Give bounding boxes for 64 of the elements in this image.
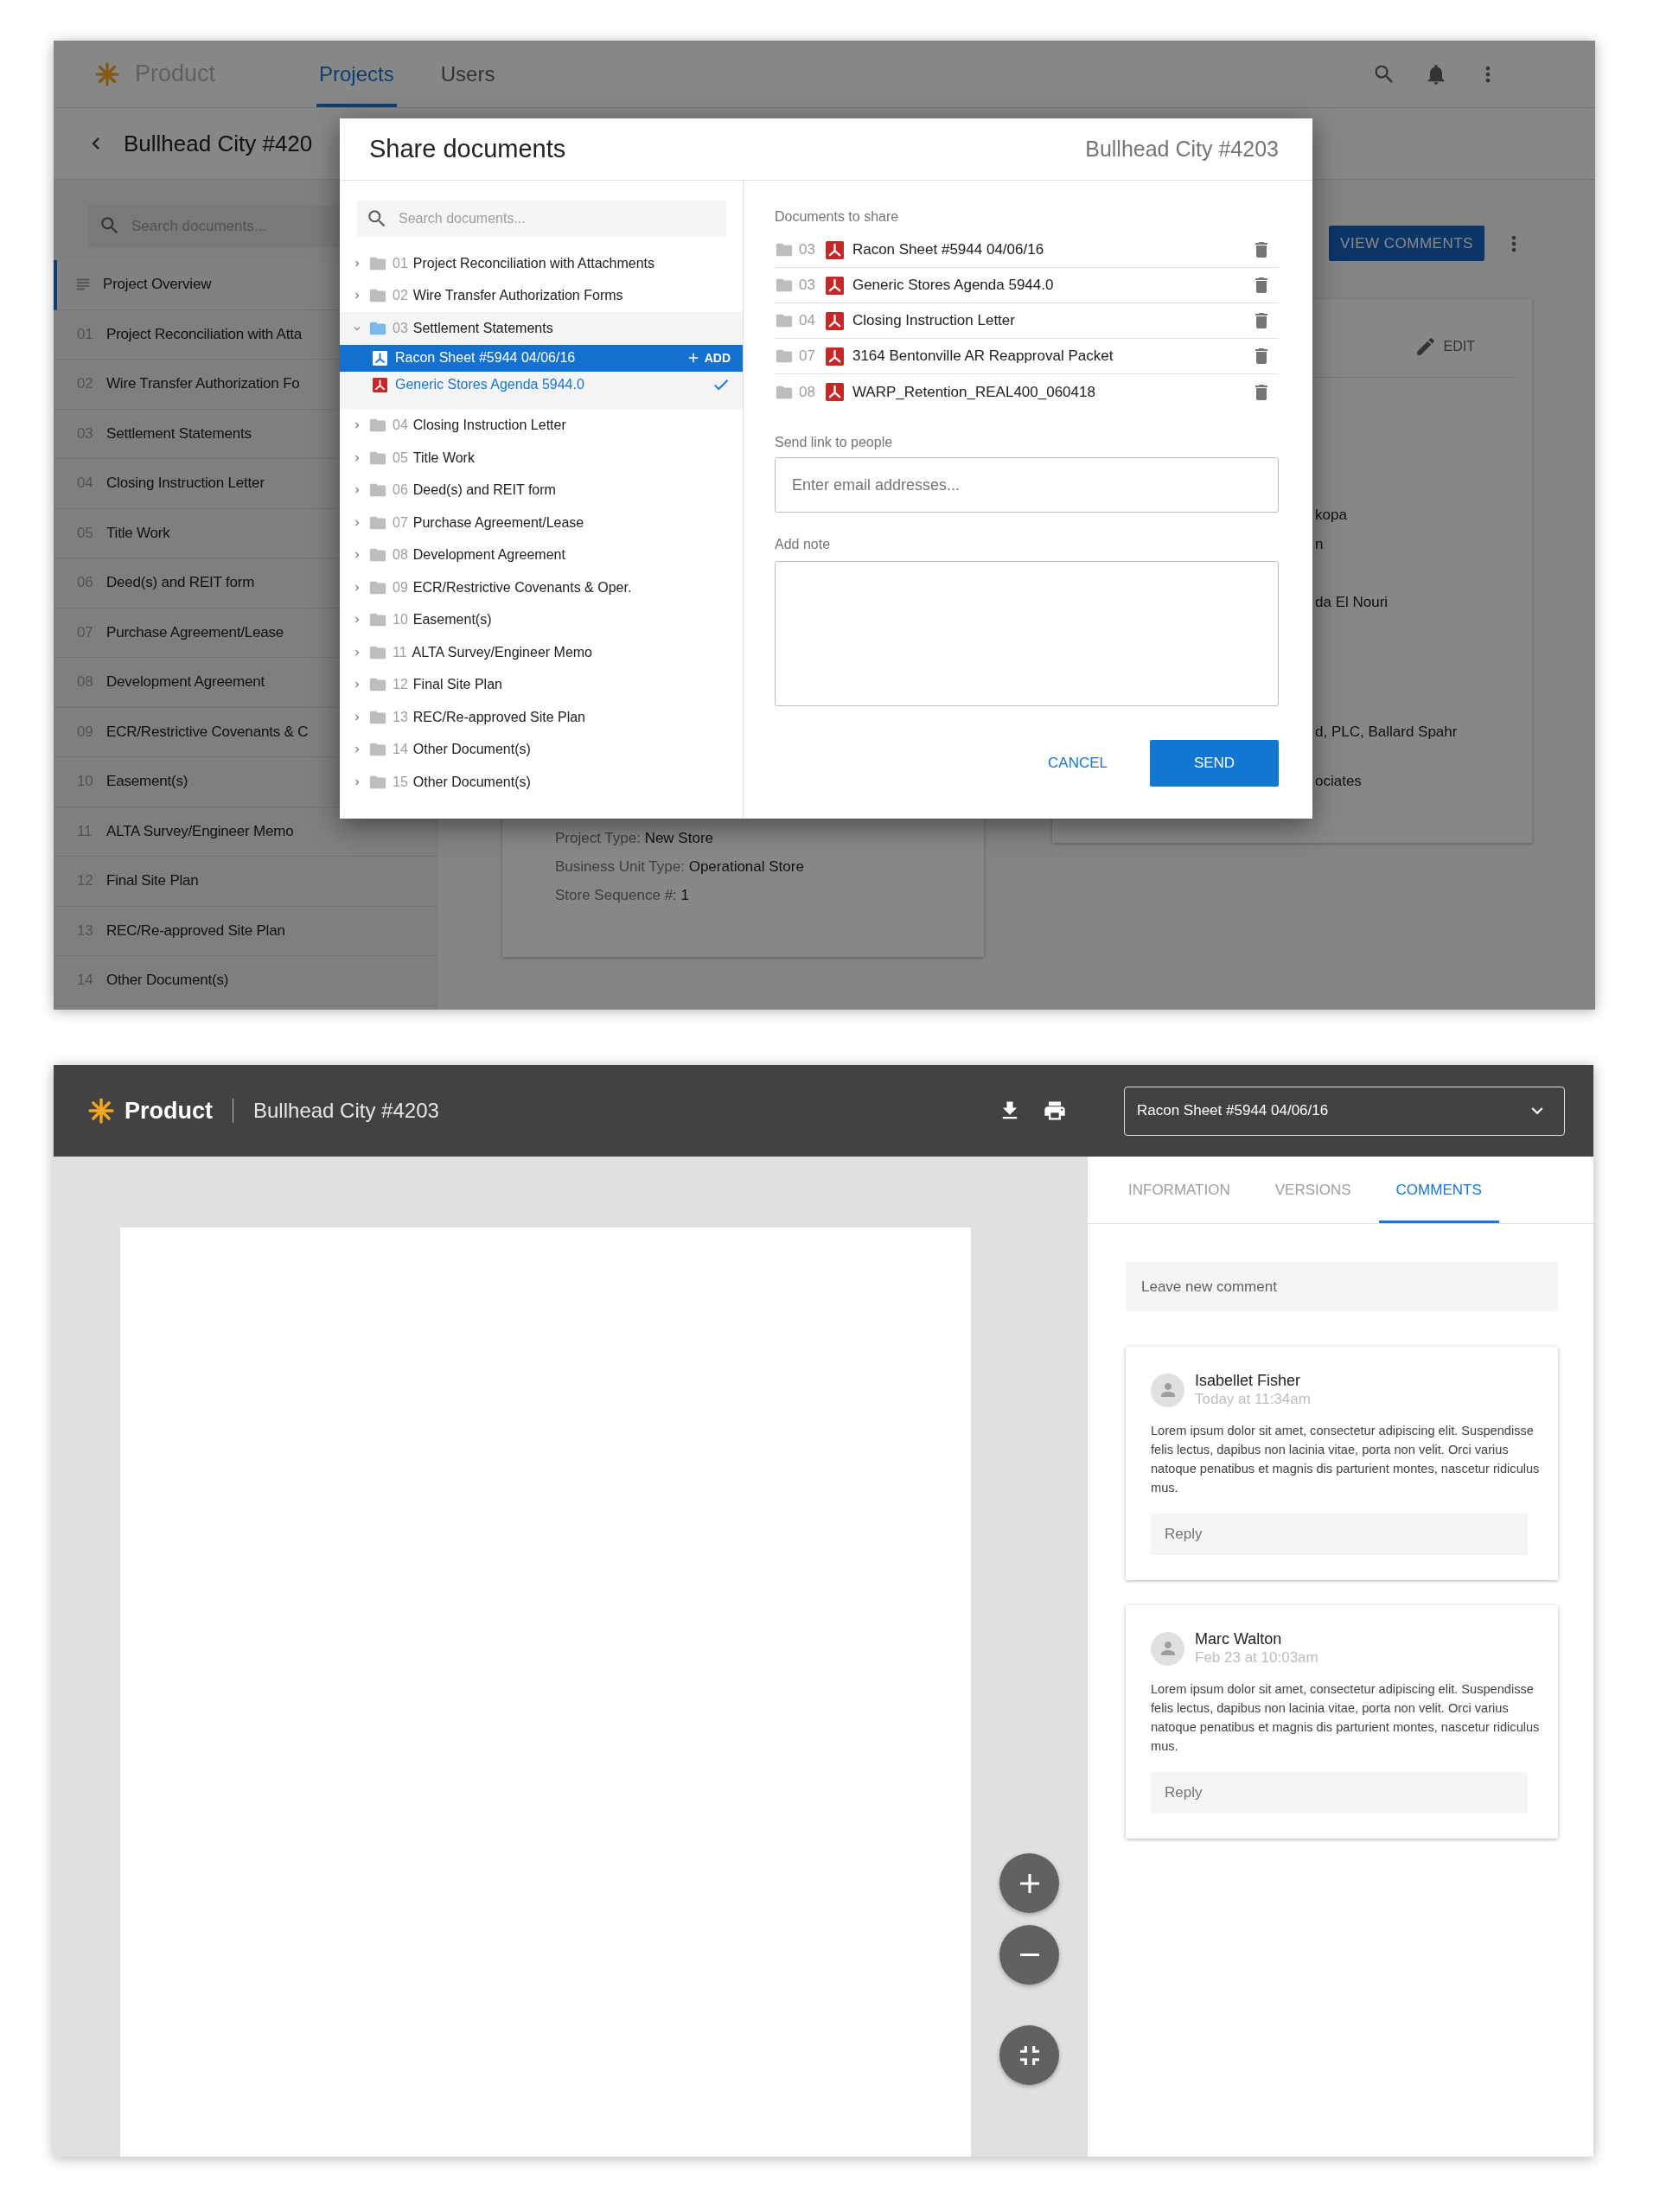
folder-number: 03 bbox=[799, 277, 815, 294]
document-name: Closing Instruction Letter bbox=[852, 312, 1015, 329]
pdf-file-icon bbox=[825, 276, 844, 295]
section-label: Add note bbox=[775, 536, 832, 553]
dialog-title: Share documents bbox=[369, 135, 566, 163]
folder-number: 03 bbox=[799, 241, 815, 258]
pdf-file-icon bbox=[825, 383, 844, 401]
view-comments-button[interactable]: VIEW COMMENTS bbox=[1329, 226, 1484, 261]
comment-field[interactable]: Leave new comment bbox=[1126, 1262, 1558, 1311]
send-button[interactable]: SEND bbox=[1150, 740, 1279, 787]
pdf-file-icon bbox=[825, 347, 844, 366]
card-text: d, PLC, Ballard Spahr bbox=[1314, 723, 1459, 742]
comment-text: Lorem ipsum dolor sit amet, consectetur adipiscing elit. Suspendisse felis lectus, dapibus non lacinia vitae, porta non velit. Orci varius natoque penatibus et magnis dis parturient montes, nascetur ridiculus mus. bbox=[1151, 1423, 1541, 1496]
document-name: Generic Stores Agenda 5944.0 bbox=[852, 277, 1054, 294]
comment-time: Today at 11:34am bbox=[1195, 1390, 1311, 1409]
document-title: Bullhead City #4203 bbox=[253, 1099, 439, 1123]
nav-tab[interactable]: Users bbox=[437, 41, 498, 107]
app-name: Product bbox=[124, 1097, 213, 1125]
card-text: ociates bbox=[1314, 772, 1363, 791]
pdf-file-icon bbox=[373, 377, 387, 392]
detail-field: Business Unit Type: Operational Store bbox=[555, 852, 984, 881]
plus-icon bbox=[1019, 1873, 1039, 1893]
reply-field[interactable]: Reply bbox=[1151, 1772, 1528, 1814]
asterisk-logo-icon bbox=[88, 1098, 114, 1124]
pdf-file-icon bbox=[373, 350, 387, 366]
comment-author: Marc Walton bbox=[1195, 1629, 1283, 1648]
reply-field[interactable]: Reply bbox=[1151, 1514, 1528, 1555]
comment-text: Lorem ipsum dolor sit amet, consectetur adipiscing elit. Suspendisse felis lectus, dapibus non lacinia vitae, porta non velit. Orci varius natoque penatibus et magnis dis parturient montes, nascetur ridiculus mus. bbox=[1151, 1681, 1541, 1755]
section-label: Documents to share bbox=[775, 208, 900, 226]
panel-tab[interactable]: VERSIONS bbox=[1257, 1157, 1369, 1223]
note-field[interactable] bbox=[775, 561, 1279, 706]
panel-tab[interactable]: INFORMATION bbox=[1111, 1157, 1248, 1223]
card-text: kopa bbox=[1314, 506, 1348, 525]
folder-number: 04 bbox=[799, 312, 815, 329]
fit-screen-button[interactable] bbox=[999, 2025, 1059, 2085]
minus-icon bbox=[1019, 1953, 1039, 1957]
card-text: n bbox=[1314, 535, 1325, 554]
zoom-in-button[interactable] bbox=[999, 1853, 1059, 1913]
document-name: 3164 Bentonville AR Reapproval Packet bbox=[852, 347, 1114, 365]
project-name: Bullhead City #4203 bbox=[1085, 137, 1279, 162]
search-field[interactable]: Search documents... bbox=[357, 201, 726, 237]
document-name: Racon Sheet #5944 04/06/16 bbox=[852, 241, 1044, 258]
pdf-file-icon bbox=[825, 240, 844, 259]
section-label: Send link to people bbox=[775, 434, 894, 451]
collapse-corners-icon bbox=[1019, 2045, 1039, 2065]
document-select[interactable]: Racon Sheet #5944 04/06/16 bbox=[1124, 1086, 1565, 1136]
page-title: Bullhead City #420 bbox=[124, 130, 313, 157]
panel-tab[interactable]: COMMENTS bbox=[1378, 1157, 1499, 1223]
email-field[interactable]: Enter email addresses... bbox=[775, 457, 1279, 513]
folder-number: 08 bbox=[799, 383, 815, 401]
folder-number: 07 bbox=[799, 347, 815, 365]
detail-field: Project Type: New Store bbox=[555, 824, 984, 852]
comment-time: Feb 23 at 10:03am bbox=[1195, 1648, 1318, 1667]
cancel-button[interactable]: CANCEL bbox=[1044, 740, 1111, 787]
comment-author: Isabellet Fisher bbox=[1195, 1371, 1302, 1390]
asterisk-logo-icon bbox=[95, 61, 119, 86]
detail-field: Store Sequence #: 1 bbox=[555, 881, 984, 909]
document-name: WARP_Retention_REAL400_060418 bbox=[852, 383, 1095, 401]
card-text: da El Nouri bbox=[1314, 593, 1389, 612]
add-button[interactable]: ADD bbox=[685, 350, 731, 366]
document-row[interactable]: Racon Sheet #5944 04/06/16 ADD bbox=[340, 344, 743, 372]
pdf-file-icon bbox=[825, 311, 844, 330]
zoom-out-button[interactable] bbox=[999, 1925, 1059, 1985]
edit-button[interactable]: EDIT bbox=[1408, 335, 1480, 359]
